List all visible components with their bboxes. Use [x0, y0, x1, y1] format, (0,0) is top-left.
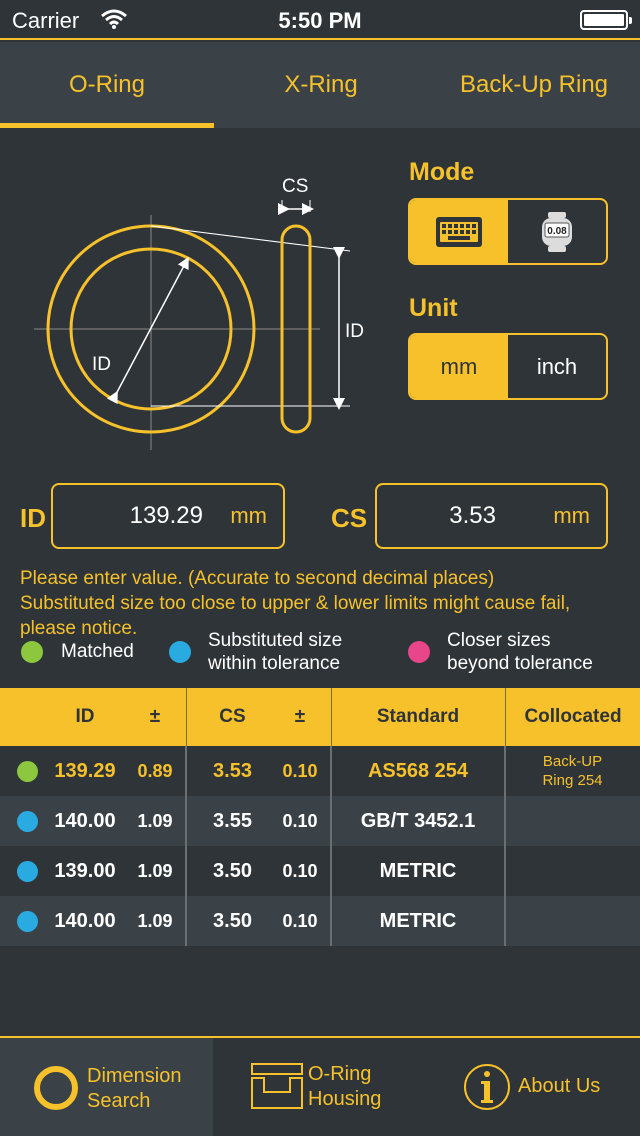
legend-beyond-tolerance-dot — [408, 641, 430, 663]
cs-input-unit: mm — [553, 503, 590, 528]
ring-icon — [34, 1066, 78, 1110]
cell-standard: METRIC — [379, 910, 457, 932]
column-divider — [330, 746, 332, 946]
housing-icon — [251, 1063, 303, 1109]
cell-id-tolerance: 1.09 — [137, 911, 173, 931]
cs-field-label: CS — [331, 503, 368, 533]
cs-input[interactable]: 3.53 mm — [375, 483, 608, 549]
cell-cs-tolerance: 0.10 — [282, 911, 318, 931]
nav-o-ring-housing[interactable]: O-Ring Housing — [213, 1038, 427, 1136]
th-cs: CS — [219, 706, 246, 727]
th-id-tolerance: ± — [149, 706, 161, 727]
o-ring-diagram: ID CS ID — [34, 176, 364, 450]
caliper-icon: 0.08 — [542, 211, 572, 252]
table-row[interactable]: 140.00 1.09 3.55 0.10 GB/T 3452.1 — [0, 796, 640, 846]
tab-x-ring[interactable]: X-Ring — [214, 42, 428, 128]
legend-matched-dot — [21, 641, 43, 663]
clock: 5:50 PM — [278, 8, 362, 33]
keyboard-icon — [436, 216, 482, 247]
legend-within-tolerance-dot — [169, 641, 191, 663]
legend-matched-label: Matched — [61, 641, 134, 662]
nav-dimension-search[interactable]: Dimension Search — [0, 1038, 213, 1136]
cell-cs-tolerance: 0.10 — [282, 861, 318, 881]
tab-o-ring[interactable]: O-Ring — [0, 42, 214, 128]
bottom-navigation: Dimension Search O-Ring Housing About Us — [0, 1036, 640, 1136]
caliper-value: 0.08 — [547, 226, 567, 237]
cell-cs: 3.53 — [213, 760, 252, 782]
nav-about-us[interactable]: About Us — [427, 1038, 640, 1136]
table-row[interactable]: 139.00 1.09 3.50 0.10 METRIC — [0, 846, 640, 896]
cell-id: 139.29 — [54, 760, 116, 782]
th-collocated: Collocated — [524, 706, 622, 727]
unit-title: Unit — [409, 294, 458, 322]
mode-title: Mode — [409, 158, 475, 186]
unit-selector: mm inch — [408, 333, 608, 400]
ring-type-tabs: O-Ring X-Ring Back-Up Ring — [0, 42, 640, 128]
th-id: ID — [75, 706, 95, 727]
info-icon — [464, 1064, 510, 1110]
cell-standard: GB/T 3452.1 — [360, 810, 476, 832]
legend-beyond-tolerance-label: Closer sizes beyond tolerance — [447, 630, 593, 674]
cell-standard: AS568 254 — [367, 760, 469, 782]
cell-standard: METRIC — [379, 860, 457, 882]
notice-line-1: Please enter value. (Accurate to second … — [20, 568, 495, 589]
cell-cs: 3.50 — [213, 860, 252, 882]
cell-collocated: Back-UP Ring 254 — [542, 753, 603, 789]
diagram-id-label: ID — [92, 354, 111, 375]
tab-back-up-ring[interactable]: Back-Up Ring — [428, 42, 640, 128]
diagram-cs-label: CS — [282, 176, 308, 197]
row-status-dot — [17, 911, 38, 932]
id-field-label: ID — [20, 503, 46, 533]
row-status-dot — [17, 761, 38, 782]
th-standard: Standard — [376, 706, 460, 727]
column-divider — [185, 746, 187, 946]
cs-input-value: 3.53 — [449, 502, 496, 529]
cell-cs: 3.55 — [213, 810, 252, 832]
cell-id-tolerance: 1.09 — [137, 861, 173, 881]
status-bar: Carrier 5:50 PM — [0, 0, 640, 40]
table-row[interactable]: 140.00 1.09 3.50 0.10 METRIC — [0, 896, 640, 946]
mode-caliper-option[interactable]: 0.08 — [508, 200, 606, 263]
mode-keyboard-option[interactable] — [410, 200, 508, 263]
mode-selector: 0.08 — [408, 198, 608, 265]
id-input-unit: mm — [230, 503, 267, 528]
th-cs-tolerance: ± — [294, 706, 306, 727]
diagram-id-side-label: ID — [345, 321, 364, 342]
cell-id: 139.00 — [54, 860, 116, 882]
results-table-header: ID ± CS ± Standard Collocated — [0, 688, 640, 746]
id-input-value: 139.29 — [129, 502, 203, 529]
battery-icon — [580, 10, 632, 30]
id-input[interactable]: 139.29 mm — [51, 483, 285, 549]
column-divider — [504, 746, 506, 946]
cell-cs: 3.50 — [213, 910, 252, 932]
active-tab-indicator — [0, 123, 214, 128]
cell-cs-tolerance: 0.10 — [282, 761, 318, 781]
row-status-dot — [17, 811, 38, 832]
row-status-dot — [17, 861, 38, 882]
cell-id-tolerance: 1.09 — [137, 811, 173, 831]
unit-mm-option[interactable]: mm — [410, 335, 508, 398]
table-row[interactable]: 139.29 0.89 3.53 0.10 AS568 254 Back-UP … — [0, 746, 640, 796]
cell-id-tolerance: 0.89 — [137, 761, 173, 781]
cell-id: 140.00 — [54, 910, 116, 932]
unit-inch-option[interactable]: inch — [508, 335, 606, 398]
cell-cs-tolerance: 0.10 — [282, 811, 318, 831]
cell-id: 140.00 — [54, 810, 116, 832]
legend-within-tolerance-label: Substituted size within tolerance — [208, 630, 343, 674]
